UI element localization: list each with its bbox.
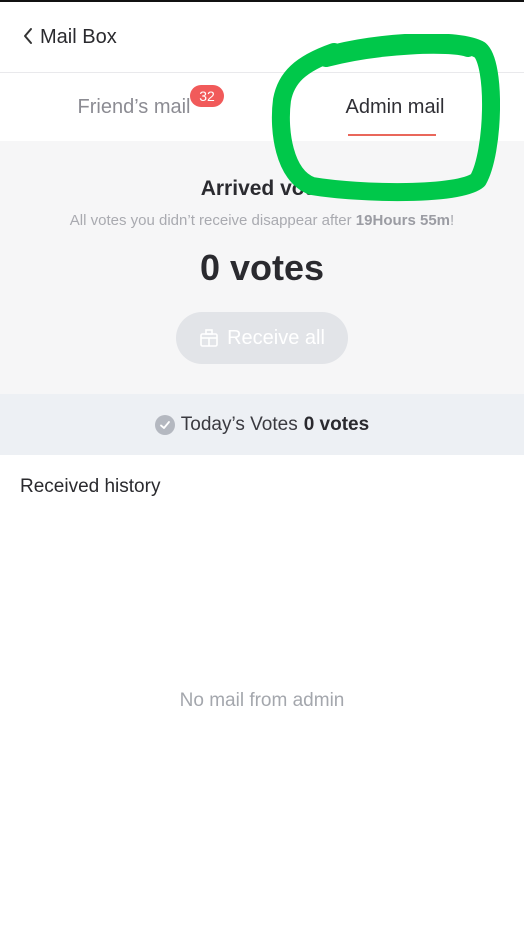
- expiry-note: All votes you didn’t receive disappear a…: [0, 212, 524, 229]
- mail-tabs: Friend’s mail 32 Admin mail: [0, 73, 524, 141]
- expiry-time: 19Hours 55m: [355, 212, 451, 229]
- expiry-note-prefix: All votes you didn’t receive disappear a…: [69, 212, 356, 229]
- todays-votes-bar: Today’s Votes 0 votes: [0, 394, 524, 455]
- expiry-note-suffix: !: [450, 212, 455, 229]
- back-button[interactable]: [18, 24, 38, 48]
- receive-all-label: Receive all: [227, 326, 325, 349]
- votes-total: 0 votes: [199, 247, 325, 288]
- unread-count-badge: 32: [190, 85, 224, 107]
- gift-box-icon: [200, 329, 218, 347]
- check-circle-icon: [154, 414, 175, 435]
- tab-friends-mail[interactable]: Friend’s mail 32: [0, 73, 262, 141]
- page-title: Mail Box: [40, 26, 117, 48]
- arrived-votes-title: Arrived vote: [200, 177, 324, 200]
- active-tab-indicator: [348, 134, 436, 136]
- todays-votes-label: Today’s Votes: [180, 413, 298, 435]
- received-history-heading: Received history: [20, 476, 161, 497]
- chevron-left-icon: [24, 28, 32, 44]
- empty-state-message: No mail from admin: [179, 690, 345, 711]
- tab-friends-mail-label: Friend’s mail: [77, 96, 191, 118]
- app-header: Mail Box: [0, 2, 524, 73]
- arrived-votes-panel: Arrived vote All votes you didn’t receiv…: [0, 141, 524, 394]
- receive-all-button[interactable]: Receive all: [176, 312, 348, 364]
- tab-admin-mail-label: Admin mail: [345, 96, 445, 118]
- todays-votes-value: 0 votes: [303, 413, 370, 435]
- tab-admin-mail[interactable]: Admin mail: [262, 73, 524, 141]
